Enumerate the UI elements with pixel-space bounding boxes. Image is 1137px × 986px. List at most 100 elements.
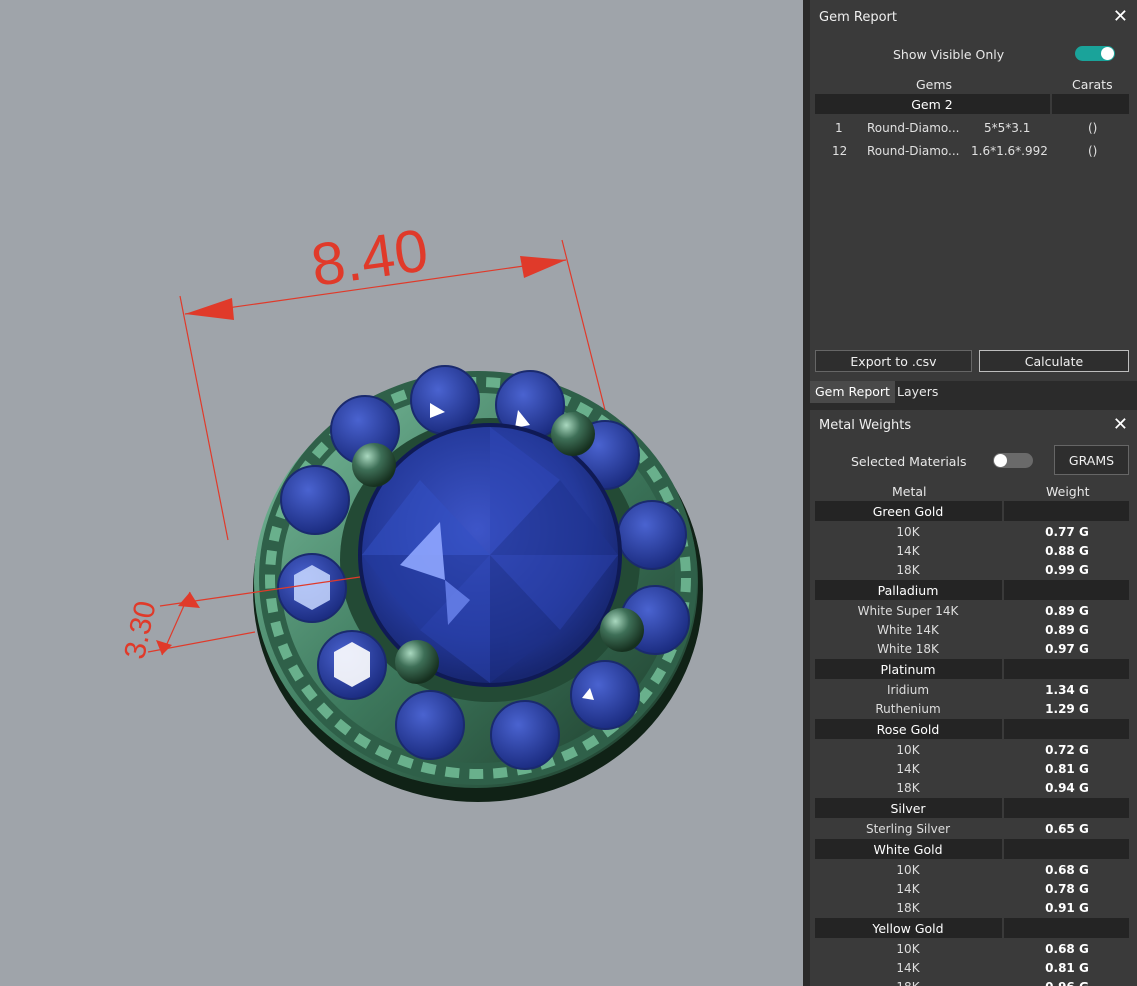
dim-arrow-right <box>520 256 566 278</box>
metal-row[interactable]: 18K 0.94 G <box>815 779 1129 798</box>
dim-arrow-left <box>185 298 234 320</box>
selected-materials-label: Selected Materials <box>851 454 967 469</box>
gem-name: Round-Diamo... <box>867 121 960 135</box>
gem-size: 5*5*3.1 <box>984 121 1031 135</box>
metal-name: 10K <box>896 863 920 877</box>
metal-weight: 0.88 G <box>1045 544 1089 558</box>
metal-row[interactable]: 14K 0.88 G <box>815 542 1129 561</box>
col-metal-header: Metal <box>892 484 927 499</box>
col-gems-header: Gems <box>916 77 953 92</box>
units-button[interactable]: GRAMS <box>1054 445 1129 475</box>
metal-group-header: Silver <box>815 798 1129 818</box>
metal-group-name: White Gold <box>873 842 943 857</box>
metal-weight: 0.68 G <box>1045 942 1089 956</box>
metal-row[interactable]: White 18K 0.97 G <box>815 640 1129 659</box>
metal-name: Ruthenium <box>875 702 941 716</box>
metal-weight: 1.29 G <box>1045 702 1089 716</box>
metal-weights-panel: Metal Weights ✕ Selected Materials GRAMS… <box>810 410 1137 986</box>
metal-weight: 0.94 G <box>1045 781 1089 795</box>
show-visible-only-toggle[interactable] <box>1075 46 1115 61</box>
metal-name: White Super 14K <box>857 604 959 618</box>
gem-report-title: Gem Report <box>819 10 897 25</box>
gem-row[interactable]: 12 Round-Diamo... 1.6*1.6*.992 () <box>815 141 1129 161</box>
metal-weight: 0.89 G <box>1045 604 1089 618</box>
tab-gem-report[interactable]: Gem Report <box>810 381 895 403</box>
metal-group-name: Platinum <box>880 662 936 677</box>
dimension-width-label: 8.40 <box>307 216 432 299</box>
metal-row[interactable]: 10K 0.77 G <box>815 523 1129 542</box>
export-csv-button[interactable]: Export to .csv <box>815 350 972 372</box>
metal-row[interactable]: 18K 0.96 G <box>815 978 1129 986</box>
metal-row[interactable]: 14K 0.81 G <box>815 760 1129 779</box>
metal-name: 18K <box>896 901 920 915</box>
metal-group-name: Green Gold <box>872 504 944 519</box>
metal-weight: 0.81 G <box>1045 961 1089 975</box>
metal-group-name: Rose Gold <box>876 722 940 737</box>
metal-group-name: Palladium <box>877 583 939 598</box>
metal-group-header: Yellow Gold <box>815 918 1129 938</box>
dimension-height-label: 3.30 <box>118 598 162 662</box>
metal-weight: 0.72 G <box>1045 743 1089 757</box>
selected-materials-toggle[interactable] <box>993 453 1033 468</box>
metal-row[interactable]: 10K 0.72 G <box>815 741 1129 760</box>
3d-viewport[interactable]: 8.40 3.30 <box>0 0 803 986</box>
metal-weight: 0.89 G <box>1045 623 1089 637</box>
calculate-button[interactable]: Calculate <box>979 350 1129 372</box>
metal-name: 10K <box>896 525 920 539</box>
prong <box>600 608 644 652</box>
metal-name: 10K <box>896 743 920 757</box>
metal-name: 14K <box>896 544 920 558</box>
panel-tabs: Gem Report Layers <box>810 381 1137 403</box>
col-weight-header: Weight <box>1046 484 1090 499</box>
metal-group-header: White Gold <box>815 839 1129 859</box>
metal-row[interactable]: 14K 0.81 G <box>815 959 1129 978</box>
metal-group-name: Silver <box>890 801 926 816</box>
metal-name: Sterling Silver <box>865 822 951 836</box>
close-icon[interactable]: ✕ <box>1113 414 1128 435</box>
metal-name: Iridium <box>886 683 930 697</box>
metal-row[interactable]: Sterling Silver 0.65 G <box>815 820 1129 839</box>
gem-name: Round-Diamo... <box>867 144 960 158</box>
metal-group-header: Palladium <box>815 580 1129 600</box>
metal-row[interactable]: 14K 0.78 G <box>815 880 1129 899</box>
panel-separator <box>810 403 1137 410</box>
metal-row[interactable]: Ruthenium 1.29 G <box>815 700 1129 719</box>
metal-row[interactable]: 18K 0.91 G <box>815 899 1129 918</box>
metal-group-header: Green Gold <box>815 501 1129 521</box>
metal-weight: 0.81 G <box>1045 762 1089 776</box>
close-icon[interactable]: ✕ <box>1113 6 1128 27</box>
ring-render: 8.40 3.30 <box>118 216 703 802</box>
gem-group-header: Gem 2 <box>815 94 1129 114</box>
metal-name: 18K <box>896 781 920 795</box>
metal-name: 10K <box>896 942 920 956</box>
prong <box>395 640 439 684</box>
metal-weight: 0.68 G <box>1045 863 1089 877</box>
metal-weight: 0.78 G <box>1045 882 1089 896</box>
gem-qty: 1 <box>835 121 843 135</box>
tab-layers[interactable]: Layers <box>892 381 943 403</box>
metal-weight: 0.77 G <box>1045 525 1089 539</box>
gem-carats: () <box>1088 144 1098 158</box>
metal-weight: 0.97 G <box>1045 642 1089 656</box>
metal-name: White 18K <box>877 642 939 656</box>
panel-divider[interactable] <box>803 0 810 986</box>
metal-row[interactable]: White 14K 0.89 G <box>815 621 1129 640</box>
show-visible-only-label: Show Visible Only <box>893 47 1005 62</box>
metal-row[interactable]: 18K 0.99 G <box>815 561 1129 580</box>
metal-weight: 0.65 G <box>1045 822 1089 836</box>
prong <box>352 443 396 487</box>
metal-group-header: Platinum <box>815 659 1129 679</box>
metal-row[interactable]: Iridium 1.34 G <box>815 681 1129 700</box>
metal-row[interactable]: 10K 0.68 G <box>815 861 1129 880</box>
metal-row[interactable]: 10K 0.68 G <box>815 940 1129 959</box>
prong <box>551 412 595 456</box>
gem-size: 1.6*1.6*.992 <box>971 144 1048 158</box>
metal-name: 14K <box>896 882 920 896</box>
metal-name: White 14K <box>877 623 939 637</box>
metal-row[interactable]: White Super 14K 0.89 G <box>815 602 1129 621</box>
gem-report-panel: Gem Report ✕ Show Visible Only Gems Cara… <box>810 0 1137 381</box>
metal-weight: 1.34 G <box>1045 683 1089 697</box>
gem-row[interactable]: 1 Round-Diamo... 5*5*3.1 () <box>815 118 1129 138</box>
gem-group-name: Gem 2 <box>911 97 953 112</box>
metal-name: 18K <box>896 563 920 577</box>
